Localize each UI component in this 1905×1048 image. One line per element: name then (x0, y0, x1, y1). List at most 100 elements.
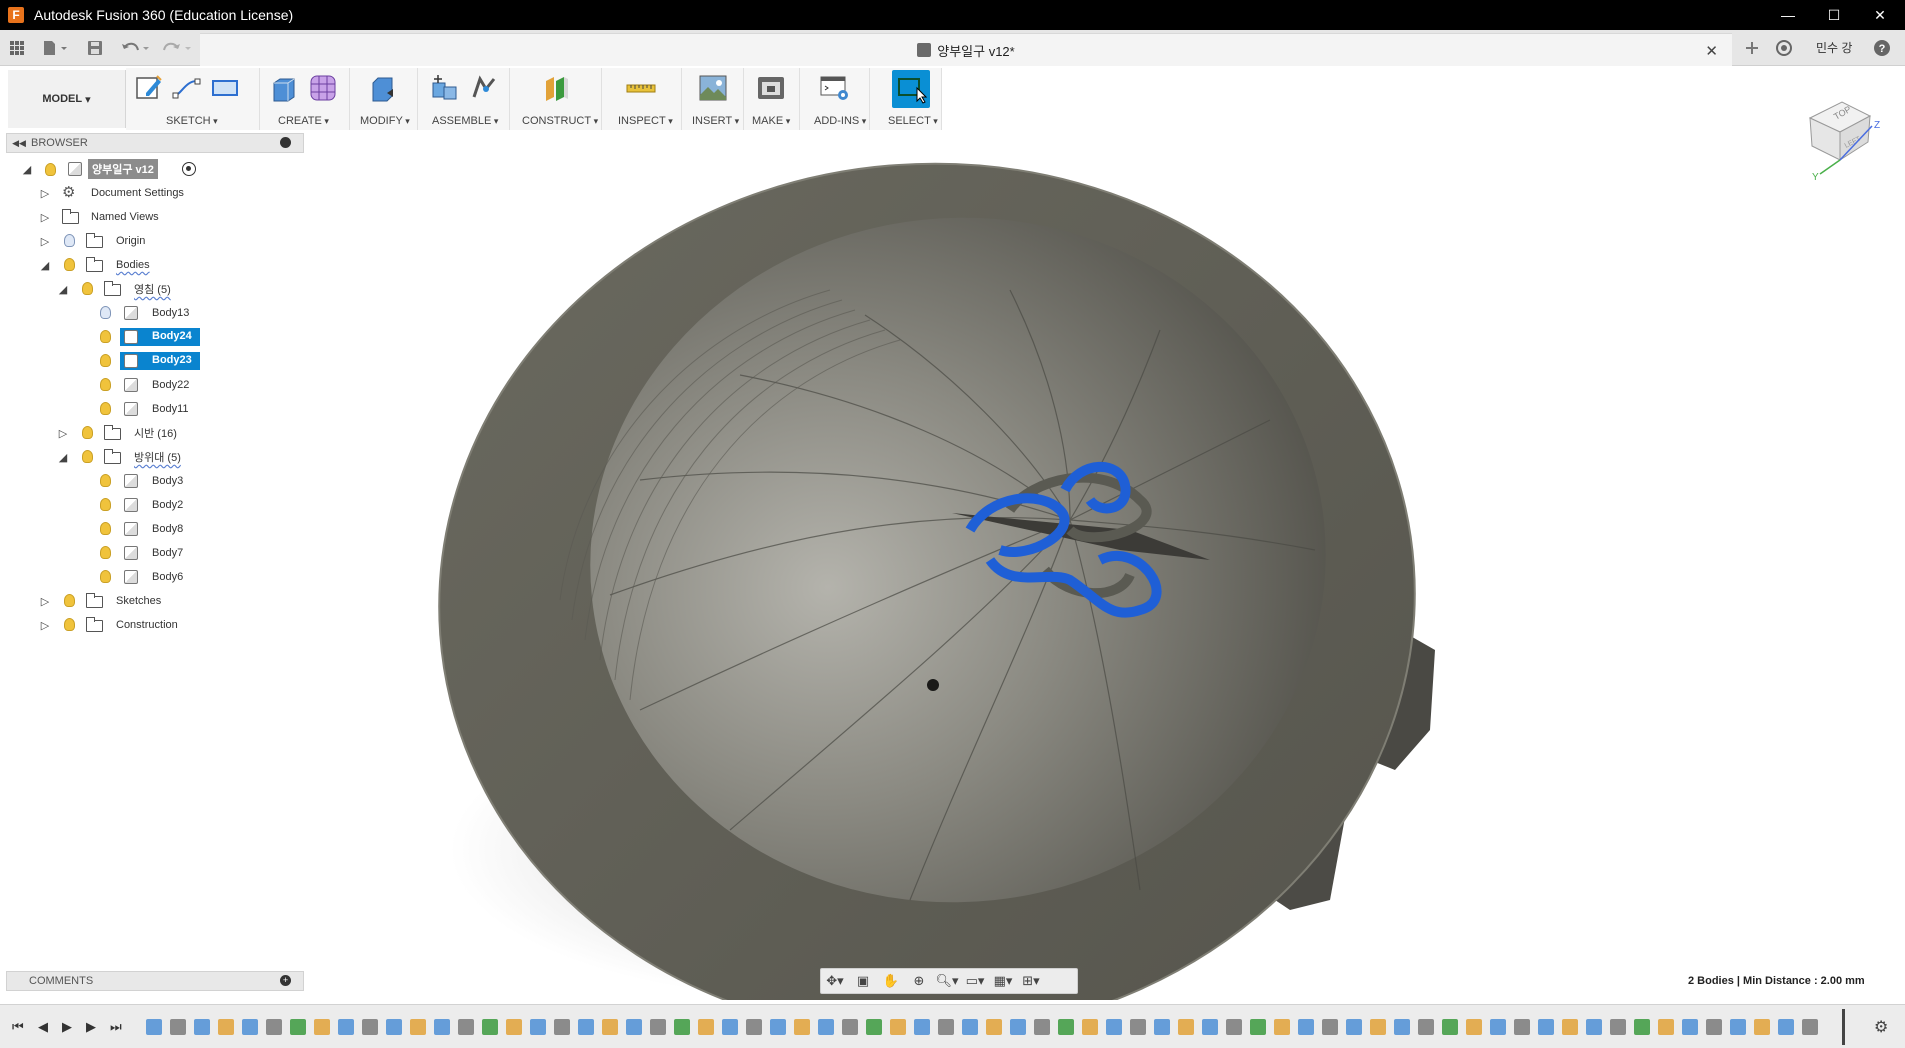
maximize-button[interactable]: ☐ (1811, 0, 1857, 30)
body-label[interactable]: Body3 (148, 473, 187, 489)
bodies-label[interactable]: Bodies (112, 257, 154, 273)
timeline-feature-icon[interactable] (722, 1019, 738, 1035)
visibility-bulb-icon[interactable] (100, 354, 111, 367)
timeline-feature-icon[interactable] (170, 1019, 186, 1035)
timeline-feature-icon[interactable] (1658, 1019, 1674, 1035)
collapse-triangle-icon[interactable]: ◢ (56, 283, 70, 296)
timeline-next-icon[interactable]: ▶ (86, 1019, 96, 1035)
collapse-triangle-icon[interactable]: ◢ (56, 451, 70, 464)
body-label[interactable]: Body2 (148, 497, 187, 513)
timeline-feature-icon[interactable] (1346, 1019, 1362, 1035)
timeline-marker[interactable] (1842, 1009, 1845, 1045)
timeline-feature-icon[interactable] (1202, 1019, 1218, 1035)
timeline-first-icon[interactable]: ⏮ (12, 1019, 24, 1035)
timeline-feature-icon[interactable] (1754, 1019, 1770, 1035)
visibility-bulb-icon[interactable] (82, 450, 93, 463)
timeline-feature-icon[interactable] (890, 1019, 906, 1035)
visibility-bulb-icon[interactable] (100, 330, 111, 343)
expand-triangle-icon[interactable]: ▷ (38, 187, 52, 200)
timeline-feature-icon[interactable] (674, 1019, 690, 1035)
timeline-feature-icon[interactable] (1130, 1019, 1146, 1035)
body-label[interactable]: Body8 (148, 521, 187, 537)
visibility-bulb-icon[interactable] (64, 594, 75, 607)
assemble-menu[interactable]: ASSEMBLE (432, 115, 498, 127)
visibility-bulb-icon[interactable] (100, 546, 111, 559)
3d-viewport[interactable] (310, 130, 1905, 1000)
expand-triangle-icon[interactable]: ▷ (38, 595, 52, 608)
body-label[interactable]: Body13 (148, 305, 193, 321)
visibility-bulb-icon[interactable] (82, 282, 93, 295)
timeline-feature-icon[interactable] (914, 1019, 930, 1035)
tree-row-body[interactable]: Body11 (0, 398, 310, 420)
sundial-model[interactable] (410, 131, 1444, 1000)
timeline-feature-icon[interactable] (1730, 1019, 1746, 1035)
tree-row-origin[interactable]: ▷ Origin (0, 230, 310, 252)
rectangle-tool-icon[interactable] (210, 73, 240, 103)
timeline-feature-icon[interactable] (842, 1019, 858, 1035)
zoom-icon[interactable]: ⊕ (905, 973, 933, 989)
visibility-bulb-icon[interactable] (100, 402, 111, 415)
folder-3-label[interactable]: 방위대 (5) (130, 447, 185, 467)
tree-row-body[interactable]: Body24 (0, 326, 310, 348)
tree-row-named-views[interactable]: ▷ Named Views (0, 206, 310, 228)
timeline-feature-icon[interactable] (194, 1019, 210, 1035)
save-icon[interactable] (86, 39, 104, 57)
timeline-feature-icon[interactable] (506, 1019, 522, 1035)
timeline-play-icon[interactable]: ▶ (62, 1019, 72, 1035)
measure-icon[interactable] (626, 73, 656, 103)
minimize-button[interactable]: — (1765, 0, 1811, 30)
timeline-feature-icon[interactable] (818, 1019, 834, 1035)
line-tool-icon[interactable] (172, 73, 202, 103)
timeline-feature-icon[interactable] (242, 1019, 258, 1035)
press-pull-icon[interactable] (368, 73, 398, 103)
sketches-label[interactable]: Sketches (112, 593, 165, 609)
expand-triangle-icon[interactable]: ▷ (38, 211, 52, 224)
undo-icon[interactable] (118, 39, 152, 57)
display-settings-icon[interactable]: ▭▾ (961, 973, 989, 989)
timeline-feature-icon[interactable] (626, 1019, 642, 1035)
extrude-icon[interactable] (268, 73, 298, 103)
grid-settings-icon[interactable]: ▦▾ (989, 973, 1017, 989)
tree-row-body[interactable]: Body8 (0, 518, 310, 540)
timeline-feature-icon[interactable] (1058, 1019, 1074, 1035)
timeline-feature-icon[interactable] (338, 1019, 354, 1035)
timeline-feature-icon[interactable] (362, 1019, 378, 1035)
timeline-feature-icon[interactable] (1298, 1019, 1314, 1035)
timeline-feature-icon[interactable] (554, 1019, 570, 1035)
visibility-bulb-icon[interactable] (100, 522, 111, 535)
timeline-feature-icon[interactable] (1394, 1019, 1410, 1035)
timeline-feature-icon[interactable] (866, 1019, 882, 1035)
look-at-icon[interactable]: ▣ (849, 973, 877, 989)
make-menu[interactable]: MAKE (752, 115, 790, 127)
body-label[interactable]: Body7 (148, 545, 187, 561)
timeline-feature-icon[interactable] (1010, 1019, 1026, 1035)
tree-row-bodies[interactable]: ◢ Bodies (0, 254, 310, 276)
tree-row-construction[interactable]: ▷ Construction (0, 614, 310, 636)
offset-plane-icon[interactable] (542, 73, 572, 103)
redo-icon[interactable] (160, 39, 194, 57)
modify-menu[interactable]: MODIFY (360, 115, 410, 127)
timeline-feature-icon[interactable] (1082, 1019, 1098, 1035)
document-settings-label[interactable]: Document Settings (87, 185, 188, 201)
expand-triangle-icon[interactable]: ▷ (38, 235, 52, 248)
timeline-feature-icon[interactable] (1274, 1019, 1290, 1035)
origin-label[interactable]: Origin (112, 233, 149, 249)
timeline-feature-icon[interactable] (698, 1019, 714, 1035)
tree-row-folder-2[interactable]: ▷ 시반 (16) (0, 422, 310, 444)
add-ins-menu[interactable]: ADD-INS (814, 115, 866, 127)
timeline-feature-icon[interactable] (1034, 1019, 1050, 1035)
body-label-selected[interactable]: Body23 (120, 352, 200, 370)
visibility-bulb-icon[interactable] (45, 162, 56, 176)
tree-row-body[interactable]: Body3 (0, 470, 310, 492)
timeline-feature-icon[interactable] (1586, 1019, 1602, 1035)
timeline-feature-icon[interactable] (1514, 1019, 1530, 1035)
timeline-feature-icon[interactable] (314, 1019, 330, 1035)
body-label-selected[interactable]: Body24 (120, 328, 200, 346)
visibility-bulb-icon[interactable] (100, 498, 111, 511)
close-tab-icon[interactable]: ✕ (1705, 42, 1718, 60)
collapse-browser-icon[interactable]: ◀◀ (7, 138, 31, 149)
timeline-feature-icon[interactable] (962, 1019, 978, 1035)
timeline-prev-icon[interactable]: ◀ (38, 1019, 48, 1035)
timeline-feature-icon[interactable] (746, 1019, 762, 1035)
visibility-bulb-icon[interactable] (100, 306, 111, 319)
